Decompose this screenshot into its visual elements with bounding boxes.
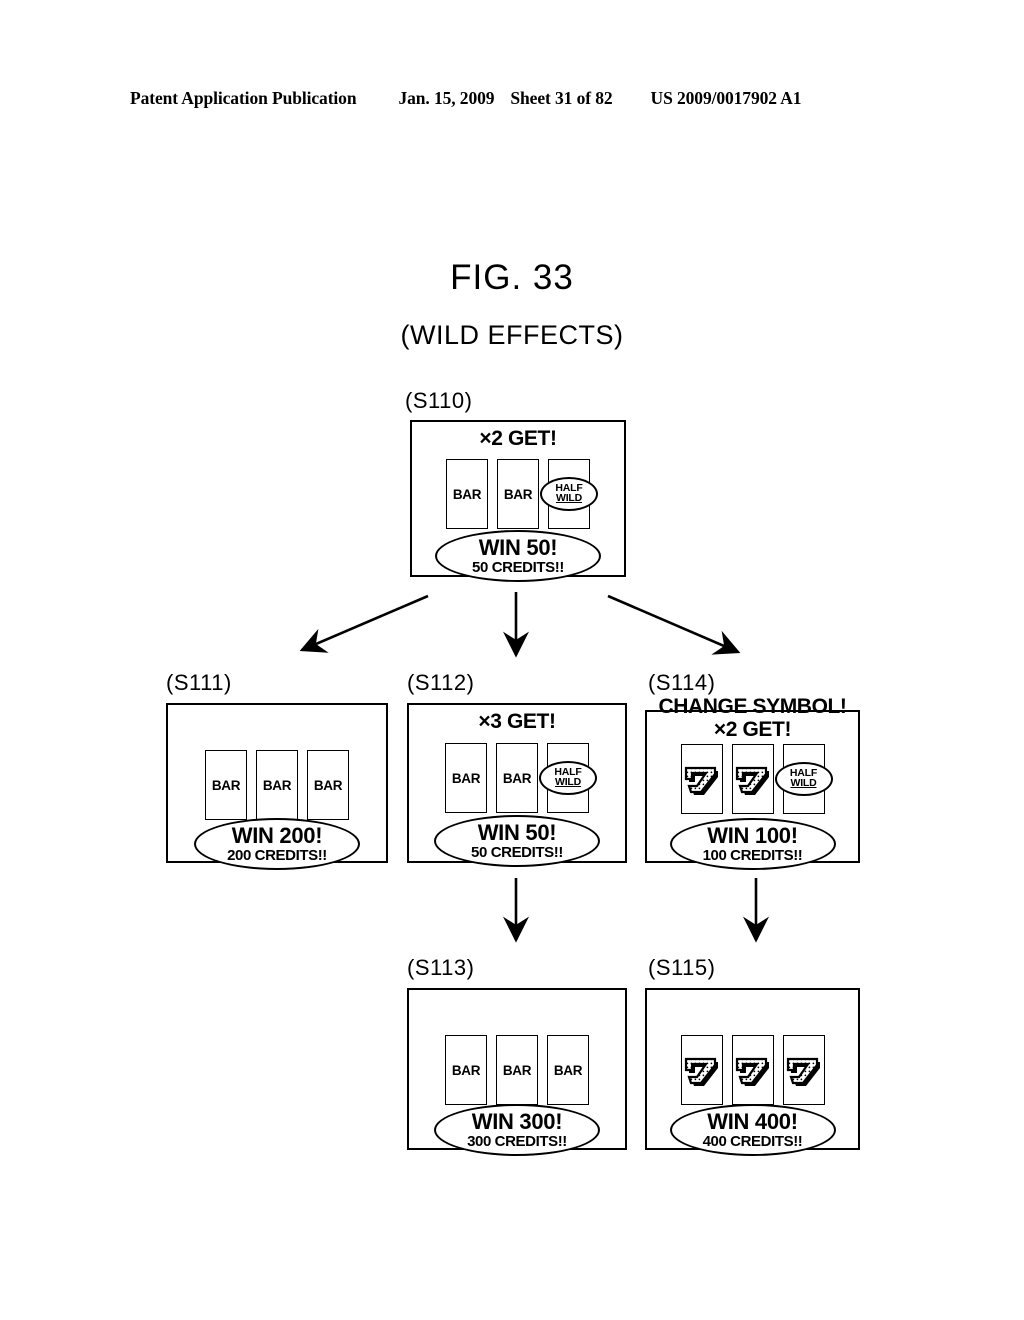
reel-1[interactable]: BAR: [205, 750, 247, 820]
seven-icon: [735, 1057, 769, 1086]
symbol-bar: BAR: [452, 486, 482, 502]
panel-s114[interactable]: CHANGE SYMBOL! ×2 GET! HALF WILD WIN 100…: [645, 696, 860, 870]
reel-2[interactable]: BAR: [497, 459, 539, 529]
half-wild-line2: WILD: [790, 777, 817, 789]
step-label-s111: (S111): [166, 670, 232, 695]
seven-icon: [735, 766, 769, 795]
sheet-number: Sheet 31 of 82: [510, 88, 613, 108]
win-credits: 50 CREDITS!!: [472, 559, 564, 576]
symbol-bar: BAR: [502, 1062, 532, 1078]
win-credits: 400 CREDITS!!: [702, 1133, 803, 1150]
reel-3[interactable]: HALF WILD: [539, 743, 597, 813]
step-label-s114: (S114): [648, 670, 716, 695]
panel-s114-win-badge: WIN 100! 100 CREDITS!!: [669, 818, 836, 870]
panel-s111-win-badge: WIN 200! 200 CREDITS!!: [194, 818, 360, 870]
panel-s114-reels: HALF WILD: [647, 744, 858, 814]
win-credits: 200 CREDITS!!: [227, 847, 327, 864]
panel-s114-header-line2: ×2 GET!: [713, 718, 792, 741]
symbol-bar: BAR: [313, 777, 343, 793]
half-wild-icon: HALF WILD: [774, 762, 833, 796]
panel-s113[interactable]: BAR BAR BAR WIN 300! 300 CREDITS!!: [407, 988, 627, 1156]
step-label-s115: (S115): [648, 955, 716, 980]
figure-title: FIG. 33: [450, 258, 574, 297]
reel-2[interactable]: BAR: [496, 1035, 538, 1105]
panel-s111[interactable]: BAR BAR BAR WIN 200! 200 CREDITS!!: [166, 703, 388, 870]
reel-3[interactable]: BAR: [307, 750, 349, 820]
half-wild-line2: WILD: [554, 776, 582, 788]
seven-icon: [684, 1057, 718, 1086]
symbol-bar: BAR: [451, 770, 481, 786]
symbol-bar: BAR: [553, 1062, 583, 1078]
publication-label: Patent Application Publication: [130, 88, 357, 108]
patent-header: Patent Application Publication Jan. 15, …: [130, 88, 894, 109]
panel-s112-win-badge: WIN 50! 50 CREDITS!!: [434, 815, 600, 867]
arrow-s110-to-s111: [299, 594, 429, 653]
panel-s115[interactable]: WIN 400! 400 CREDITS!!: [645, 988, 860, 1156]
reel-1[interactable]: BAR: [445, 743, 487, 813]
seven-icon: [786, 1057, 820, 1086]
symbol-bar: BAR: [451, 1062, 481, 1078]
publication-date: Jan. 15, 2009: [398, 88, 495, 108]
panel-s110-header: ×2 GET!: [479, 427, 557, 450]
panel-s112-reels: BAR BAR HALF WILD: [409, 743, 625, 813]
win-amount: WIN 100!: [707, 823, 798, 848]
reel-1[interactable]: BAR: [445, 1035, 487, 1105]
panel-s111-reels: BAR BAR BAR: [168, 750, 386, 820]
panel-s114-header-line1: CHANGE SYMBOL!: [658, 695, 847, 718]
reel-2[interactable]: BAR: [496, 743, 538, 813]
step-label-s112: (S112): [407, 670, 475, 695]
reel-3[interactable]: BAR: [547, 1035, 589, 1105]
symbol-bar: BAR: [503, 486, 533, 502]
seven-icon: [684, 766, 718, 795]
step-label-s113: (S113): [407, 955, 475, 980]
symbol-bar: BAR: [262, 777, 292, 793]
reel-1[interactable]: BAR: [446, 459, 488, 529]
half-wild-icon: HALF WILD: [540, 477, 598, 511]
reel-2[interactable]: BAR: [256, 750, 298, 820]
reel-3[interactable]: [782, 1035, 825, 1105]
win-credits: 100 CREDITS!!: [702, 847, 803, 864]
panel-s113-reels: BAR BAR BAR: [409, 1035, 625, 1105]
reel-3[interactable]: HALF WILD: [540, 459, 598, 529]
symbol-bar: BAR: [502, 770, 532, 786]
win-amount: WIN 50!: [478, 535, 558, 560]
symbol-bar: BAR: [211, 777, 241, 793]
reel-2[interactable]: [731, 1035, 774, 1105]
panel-s110-reels: BAR BAR HALF WILD: [412, 459, 624, 529]
win-amount: WIN 400!: [707, 1109, 798, 1134]
panel-s114-header: CHANGE SYMBOL! ×2 GET!: [647, 696, 858, 740]
reel-3[interactable]: HALF WILD: [774, 744, 833, 814]
panel-s115-reels: [647, 1035, 858, 1105]
win-amount: WIN 50!: [477, 820, 557, 845]
patent-number: US 2009/0017902 A1: [650, 88, 802, 108]
panel-s110[interactable]: ×2 GET! BAR BAR HALF WILD WIN 50! 50 CRE…: [410, 420, 626, 582]
win-amount: WIN 200!: [231, 823, 323, 848]
panel-s112[interactable]: ×3 GET! BAR BAR HALF WILD WIN 50! 50 CRE…: [407, 703, 627, 867]
figure-subtitle: (WILD EFFECTS): [400, 320, 624, 350]
half-wild-icon: HALF WILD: [539, 761, 597, 795]
panel-s112-header: ×3 GET!: [478, 710, 556, 733]
panel-s110-win-badge: WIN 50! 50 CREDITS!!: [435, 530, 601, 582]
win-credits: 300 CREDITS!!: [467, 1133, 567, 1150]
half-wild-line2: WILD: [555, 492, 583, 504]
step-label-s110: (S110): [405, 388, 473, 413]
panel-s113-win-badge: WIN 300! 300 CREDITS!!: [434, 1104, 600, 1156]
win-credits: 50 CREDITS!!: [471, 844, 563, 861]
win-amount: WIN 300!: [471, 1109, 563, 1134]
reel-1[interactable]: [680, 744, 723, 814]
arrow-s110-to-s114: [607, 594, 741, 655]
reel-1[interactable]: [680, 1035, 723, 1105]
reel-2[interactable]: [731, 744, 774, 814]
panel-s115-win-badge: WIN 400! 400 CREDITS!!: [669, 1104, 836, 1156]
